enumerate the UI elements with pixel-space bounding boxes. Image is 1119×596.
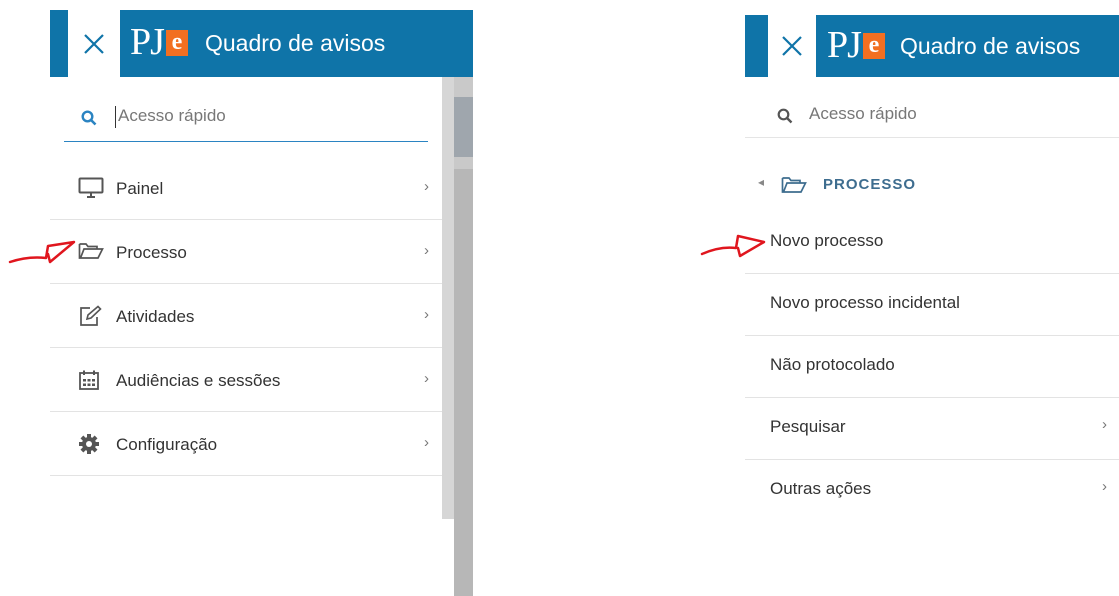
menu-item-label: Processo: [116, 243, 187, 262]
background-strip: [442, 77, 454, 519]
edit-icon: [80, 305, 102, 326]
submenu-title: PROCESSO: [823, 176, 917, 193]
chevron-right-icon: ›: [424, 434, 429, 451]
submenu-item-label: Novo processo incidental: [770, 293, 960, 312]
chevron-right-icon: ›: [424, 178, 429, 195]
search-placeholder: Acesso rápido: [809, 104, 917, 123]
submenu-item-novo-processo-incidental[interactable]: Novo processo incidental: [745, 273, 1119, 336]
header-bar: PJ e Quadro de avisos: [50, 10, 473, 77]
annotation-arrow: [700, 234, 766, 258]
menu-item-atividades[interactable]: Atividades ›: [50, 284, 443, 348]
submenu-item-outras-acoes[interactable]: Outras ações ›: [745, 459, 1119, 521]
pje-logo: PJ e: [827, 25, 885, 65]
pje-logo: PJ e: [130, 22, 188, 62]
close-icon: [84, 34, 104, 54]
chevron-right-icon: ›: [1102, 478, 1107, 495]
chevron-right-icon: ›: [424, 242, 429, 259]
background-band: [454, 169, 473, 596]
folder-open-icon: [781, 177, 807, 193]
close-button[interactable]: [68, 10, 120, 77]
annotation-arrow: [8, 240, 76, 264]
chevron-right-icon: ›: [424, 306, 429, 323]
menu-item-audiencias[interactable]: Audiências e sessões ›: [50, 348, 443, 412]
background-content: [442, 77, 473, 596]
background-block: [454, 97, 473, 157]
close-button[interactable]: [768, 15, 816, 77]
app-title: Quadro de avisos: [900, 33, 1081, 59]
submenu-item-label: Novo processo: [770, 231, 884, 250]
header-bar: PJ e Quadro de avisos: [745, 15, 1119, 77]
menu-item-label: Painel: [116, 179, 164, 198]
search-icon: [81, 110, 97, 126]
submenu-item-label: Outras ações: [770, 479, 872, 498]
menu-item-processo[interactable]: Processo ›: [50, 220, 443, 284]
gear-icon: [79, 434, 99, 454]
submenu-item-pesquisar[interactable]: Pesquisar ›: [745, 397, 1119, 460]
right-menu-panel: PJ e Quadro de avisos Acesso rápido ◂ PRO…: [745, 0, 1119, 519]
monitor-icon: [78, 177, 104, 198]
folder-open-icon: [78, 243, 104, 259]
submenu-item-label: Pesquisar: [770, 417, 846, 436]
menu-item-painel[interactable]: Painel ›: [50, 156, 443, 220]
menu-item-label: Configuração: [116, 435, 218, 454]
menu-item-label: Atividades: [116, 307, 195, 326]
chevron-left-icon[interactable]: ◂: [758, 175, 764, 189]
close-icon: [782, 36, 802, 56]
submenu-item-novo-processo[interactable]: Novo processo: [745, 211, 1119, 274]
search-placeholder: Acesso rápido: [118, 106, 226, 125]
menu-item-label: Audiências e sessões: [116, 371, 281, 390]
quick-access-search[interactable]: Acesso rápido: [745, 93, 1119, 138]
submenu-header[interactable]: ◂ PROCESSO: [745, 160, 1119, 210]
chevron-right-icon: ›: [1102, 416, 1107, 433]
app-title: Quadro de avisos: [205, 30, 386, 56]
submenu-item-nao-protocolado[interactable]: Não protocolado: [745, 335, 1119, 398]
chevron-right-icon: ›: [424, 370, 429, 387]
search-icon: [777, 108, 793, 124]
quick-access-search[interactable]: Acesso rápido: [64, 95, 428, 142]
menu-item-configuracao[interactable]: Configuração ›: [50, 412, 443, 476]
left-menu-panel: PJ e Quadro de avisos Acesso rápido Paine…: [50, 0, 473, 596]
calendar-icon: [79, 370, 99, 390]
text-cursor: [115, 106, 116, 128]
submenu-item-label: Não protocolado: [770, 355, 895, 374]
